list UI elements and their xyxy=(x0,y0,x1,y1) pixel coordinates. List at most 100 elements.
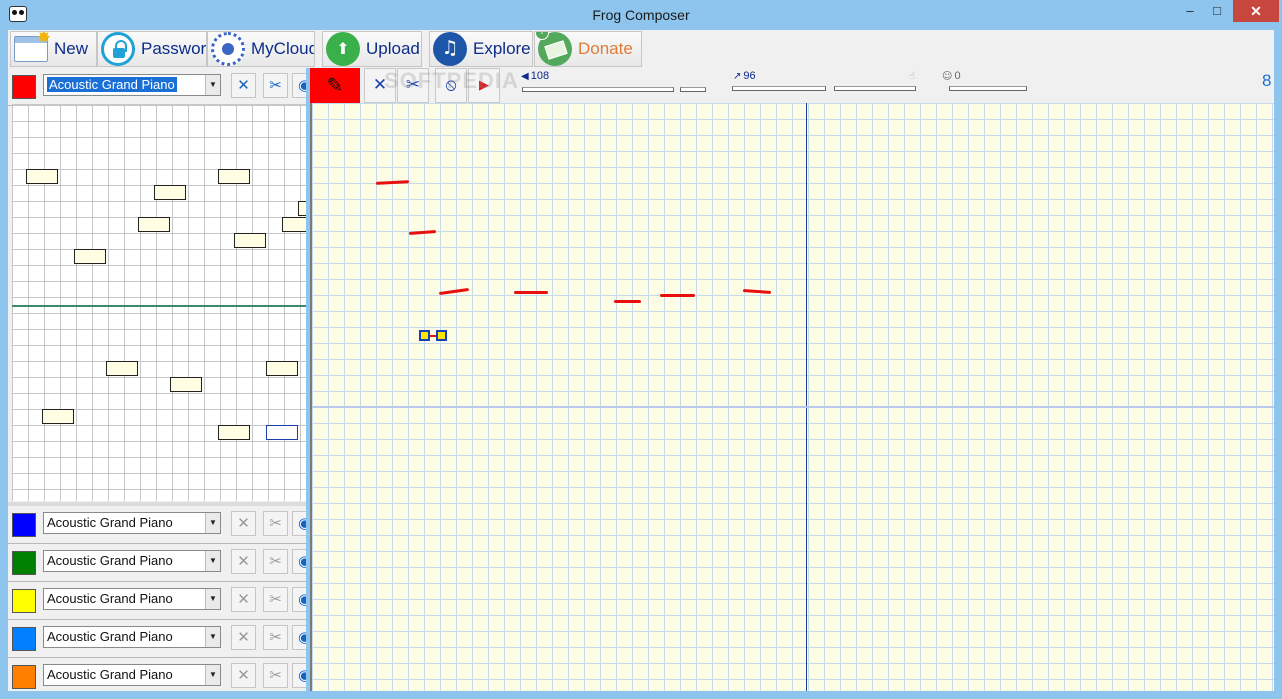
softpedia-watermark: SOFTPEDIA xyxy=(384,68,519,93)
explore-button[interactable]: Explore xyxy=(429,31,533,67)
cut-track-button[interactable]: ✂ xyxy=(263,73,288,98)
mini-piano-roll[interactable] xyxy=(12,104,306,501)
upload-cloud-icon xyxy=(326,32,360,66)
delete-track-button[interactable]: ✕ xyxy=(231,73,256,98)
music-note-icon xyxy=(433,32,467,66)
duration-slider[interactable] xyxy=(834,86,916,91)
mini-note[interactable] xyxy=(74,249,106,264)
track-row-1[interactable]: Acoustic Grand Piano ▼ ✕ ✂ ◉ xyxy=(8,68,306,106)
mini-note[interactable] xyxy=(218,425,250,440)
track-color-swatch[interactable] xyxy=(12,513,36,537)
instrument-select-3[interactable]: Acoustic Grand Piano ▼ xyxy=(43,550,221,572)
chevron-down-icon[interactable]: ▼ xyxy=(205,75,220,95)
instrument-select-5[interactable]: Acoustic Grand Piano ▼ xyxy=(43,626,221,648)
drawn-note[interactable] xyxy=(375,180,410,185)
drawn-note[interactable] xyxy=(514,291,548,294)
delete-track-button[interactable]: ✕ xyxy=(231,511,256,536)
visibility-toggle-button[interactable]: ◉ xyxy=(292,663,306,688)
mini-note[interactable] xyxy=(154,185,186,200)
close-button[interactable]: ✕ xyxy=(1233,0,1279,22)
drawn-note[interactable] xyxy=(614,300,641,303)
password-button[interactable]: Password xyxy=(97,31,207,67)
drawn-note[interactable] xyxy=(660,294,695,297)
volume-readout: ◀ 108 xyxy=(521,70,549,82)
instrument-select-value: Acoustic Grand Piano xyxy=(47,77,177,92)
visibility-toggle-button[interactable]: ◉ xyxy=(292,73,306,98)
speaker-icon: ◀ xyxy=(521,71,529,82)
track-color-swatch[interactable] xyxy=(12,589,36,613)
chevron-down-icon[interactable]: ▼ xyxy=(205,551,220,571)
visibility-toggle-button[interactable]: ◉ xyxy=(292,625,306,650)
chevron-down-icon[interactable]: ▼ xyxy=(205,513,220,533)
visibility-toggle-button[interactable]: ◉ xyxy=(292,549,306,574)
cut-track-button[interactable]: ✂ xyxy=(263,625,288,650)
visibility-toggle-button[interactable]: ◉ xyxy=(292,587,306,612)
chevron-down-icon[interactable]: ▼ xyxy=(205,627,220,647)
drawn-note[interactable] xyxy=(438,287,470,296)
mini-note[interactable] xyxy=(42,409,74,424)
instrument-select-2[interactable]: Acoustic Grand Piano ▼ xyxy=(43,512,221,534)
mini-note[interactable] xyxy=(234,233,266,248)
maximize-button[interactable]: □ xyxy=(1203,0,1231,22)
instrument-select-value: Acoustic Grand Piano xyxy=(47,553,173,568)
mycloud-button[interactable]: MyCloud xyxy=(207,31,315,67)
mini-note[interactable] xyxy=(218,169,250,184)
volume-fine-slider[interactable] xyxy=(680,87,706,92)
mini-note[interactable] xyxy=(266,361,298,376)
lock-icon xyxy=(101,32,135,66)
track-row-4[interactable]: Acoustic Grand Piano ▼ ✕ ✂ ◉ xyxy=(8,582,306,620)
mini-note-selected[interactable] xyxy=(266,425,298,440)
donate-button[interactable]: Donate xyxy=(534,31,642,67)
mood-readout: ☺ 0 xyxy=(942,70,961,82)
velocity-slider[interactable] xyxy=(732,86,826,91)
mini-note[interactable] xyxy=(26,169,58,184)
note-canvas[interactable] xyxy=(310,103,1274,691)
mini-note[interactable] xyxy=(298,201,306,216)
main-toolbar: New Password MyCloud Upload Explore Dona… xyxy=(8,30,1274,68)
track-color-swatch[interactable] xyxy=(12,551,36,575)
drawn-note[interactable] xyxy=(408,230,437,235)
instrument-select-4[interactable]: Acoustic Grand Piano ▼ xyxy=(43,588,221,610)
instrument-select-1[interactable]: Acoustic Grand Piano ▼ xyxy=(43,74,221,96)
delete-track-button[interactable]: ✕ xyxy=(231,549,256,574)
track-color-swatch[interactable] xyxy=(12,627,36,651)
cut-track-button[interactable]: ✂ xyxy=(263,587,288,612)
visibility-toggle-button[interactable]: ◉ xyxy=(292,511,306,536)
mini-note[interactable] xyxy=(106,361,138,376)
cut-track-button[interactable]: ✂ xyxy=(263,663,288,688)
new-document-icon xyxy=(14,32,51,62)
instrument-select-6[interactable]: Acoustic Grand Piano ▼ xyxy=(43,664,221,686)
selection-handle-start[interactable] xyxy=(419,330,430,341)
mood-slider[interactable] xyxy=(949,86,1027,91)
track-color-swatch[interactable] xyxy=(12,75,36,99)
mini-note[interactable] xyxy=(138,217,170,232)
window-title: Frog Composer xyxy=(592,7,690,23)
track-row-3[interactable]: Acoustic Grand Piano ▼ ✕ ✂ ◉ xyxy=(8,544,306,582)
instrument-select-value: Acoustic Grand Piano xyxy=(47,667,173,682)
mini-note[interactable] xyxy=(170,377,202,392)
delete-track-button[interactable]: ✕ xyxy=(231,587,256,612)
explore-button-label: Explore xyxy=(473,39,531,58)
drawn-note[interactable] xyxy=(742,289,772,294)
delete-track-button[interactable]: ✕ xyxy=(231,625,256,650)
track-color-swatch[interactable] xyxy=(12,665,36,689)
cut-track-button[interactable]: ✂ xyxy=(263,549,288,574)
chevron-down-icon[interactable]: ▼ xyxy=(205,589,220,609)
selection-handle-end[interactable] xyxy=(436,330,447,341)
track-row-6[interactable]: Acoustic Grand Piano ▼ ✕ ✂ ◉ xyxy=(8,658,306,691)
mini-note[interactable] xyxy=(282,217,306,232)
instrument-select-value: Acoustic Grand Piano xyxy=(47,629,173,644)
delete-track-button[interactable]: ✕ xyxy=(231,663,256,688)
track-row-2[interactable]: Acoustic Grand Piano ▼ ✕ ✂ ◉ xyxy=(8,506,306,544)
minimize-button[interactable]: – xyxy=(1176,0,1204,22)
velocity-readout: ↗ 96 xyxy=(733,70,756,82)
velocity-value: 96 xyxy=(743,70,756,82)
new-button[interactable]: New xyxy=(10,31,97,67)
cut-track-button[interactable]: ✂ xyxy=(263,511,288,536)
pen-tool-button[interactable]: ✎ xyxy=(310,68,360,103)
upload-button[interactable]: Upload xyxy=(322,31,422,67)
volume-slider[interactable] xyxy=(522,87,674,92)
chevron-down-icon[interactable]: ▼ xyxy=(205,665,220,685)
track-row-5[interactable]: Acoustic Grand Piano ▼ ✕ ✂ ◉ xyxy=(8,620,306,658)
password-button-label: Password xyxy=(141,39,207,58)
